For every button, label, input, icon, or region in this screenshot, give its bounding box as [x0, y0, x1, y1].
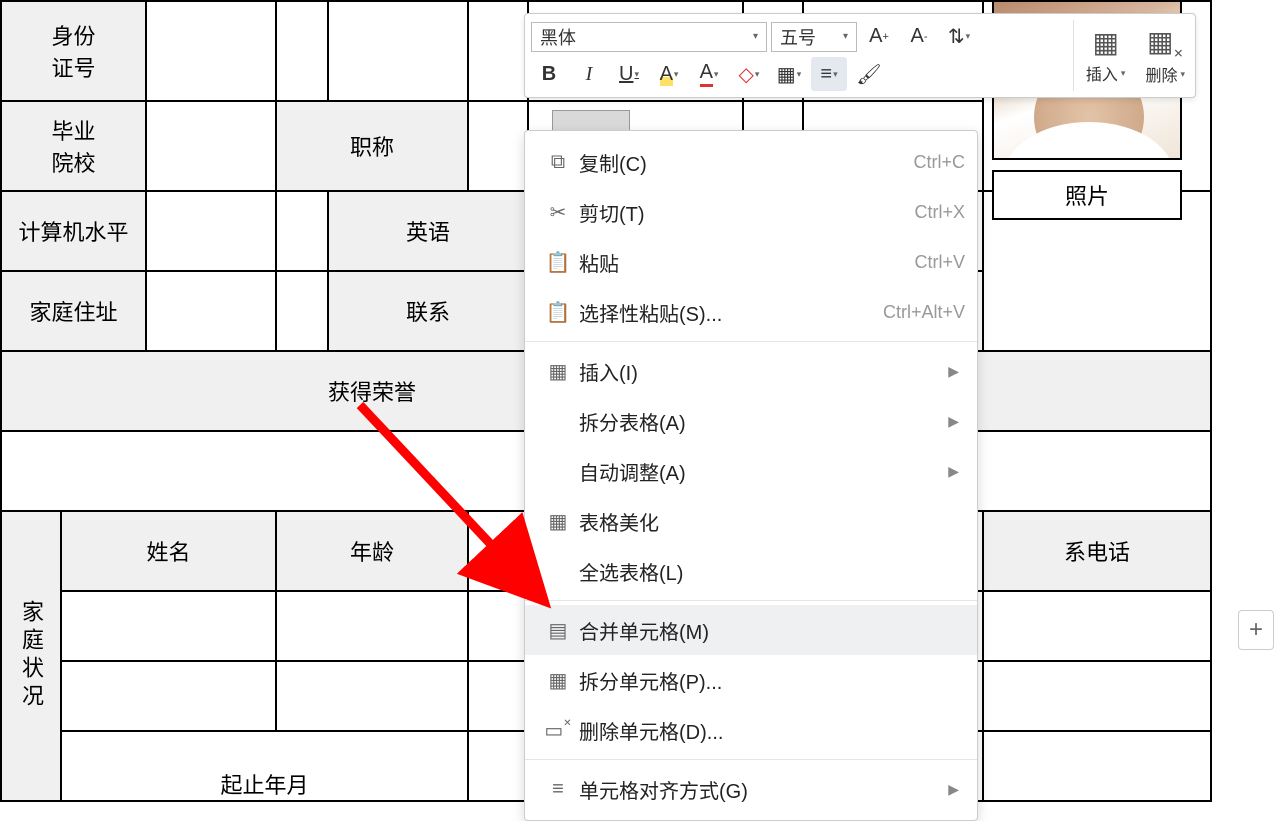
align-button[interactable]: ≡▾ — [811, 57, 847, 91]
delete-group[interactable]: ▦✕ 删除▾ — [1135, 14, 1195, 97]
insert-table-icon: ▦ — [1092, 26, 1118, 59]
grad-school-label: 毕业 院校 — [1, 101, 146, 191]
align-icon: ≡ — [537, 778, 579, 801]
id-label: 身份 证号 — [1, 1, 146, 101]
add-button[interactable]: + — [1238, 610, 1274, 650]
submenu-arrow-icon: ▶ — [948, 413, 965, 430]
insert-icon: ▦ — [537, 359, 579, 384]
phone-col-label: 系电话 — [983, 511, 1211, 591]
menu-cell-align[interactable]: ≡ 单元格对齐方式(G) ▶ — [525, 764, 977, 814]
paste-special-icon: 📋 — [537, 300, 579, 325]
menu-delete-cells[interactable]: ▭✕ 删除单元格(D)... — [525, 705, 977, 755]
address-label: 家庭住址 — [1, 271, 146, 351]
name-col-label: 姓名 — [61, 511, 276, 591]
menu-insert[interactable]: ▦ 插入(I) ▶ — [525, 346, 977, 396]
menu-select-all[interactable]: 全选表格(L) — [525, 546, 977, 596]
underline-button[interactable]: U▾ — [611, 57, 647, 91]
submenu-arrow-icon: ▶ — [948, 463, 965, 480]
formatting-toolbar: 黑体▾ 五号▾ A+ A- ⇅▾ B I U▾ A▾ A▾ ◇▾ ▦▾ ≡▾ 🖌… — [524, 13, 1196, 98]
cut-icon: ✂ — [537, 200, 579, 225]
computer-level-label: 计算机水平 — [1, 191, 146, 271]
font-size-selector[interactable]: 五号▾ — [771, 22, 857, 52]
menu-paste-special[interactable]: 📋 选择性粘贴(S)... Ctrl+Alt+V — [525, 287, 977, 337]
context-menu: ⧉ 复制(C) Ctrl+C ✂ 剪切(T) Ctrl+X 📋 粘贴 Ctrl+… — [524, 130, 978, 821]
menu-paste[interactable]: 📋 粘贴 Ctrl+V — [525, 237, 977, 287]
font-color-button[interactable]: A▾ — [691, 57, 727, 91]
paste-icon: 📋 — [537, 250, 579, 275]
split-cells-icon: ▦ — [537, 668, 579, 693]
highlight-button[interactable]: A▾ — [651, 57, 687, 91]
menu-beautify[interactable]: ▦ 表格美化 — [525, 496, 977, 546]
format-painter-button[interactable]: 🖌 — [851, 57, 887, 91]
start-end-label: 起止年月 — [61, 731, 468, 801]
bold-button[interactable]: B — [531, 57, 567, 91]
merge-cells-icon: ▤ — [537, 618, 579, 643]
title-label: 职称 — [276, 101, 468, 191]
menu-copy[interactable]: ⧉ 复制(C) Ctrl+C — [525, 137, 977, 187]
decrease-font-icon[interactable]: A- — [901, 20, 937, 54]
increase-font-icon[interactable]: A+ — [861, 20, 897, 54]
submenu-arrow-icon: ▶ — [948, 363, 965, 380]
copy-icon: ⧉ — [537, 151, 579, 174]
family-status-label: 家庭状况 — [1, 511, 61, 801]
line-spacing-icon[interactable]: ⇅▾ — [941, 20, 977, 54]
borders-button[interactable]: ▦▾ — [771, 57, 807, 91]
italic-button[interactable]: I — [571, 57, 607, 91]
menu-merge-cells[interactable]: ▤ 合并单元格(M) — [525, 605, 977, 655]
menu-auto-fit[interactable]: 自动调整(A) ▶ — [525, 446, 977, 496]
fill-color-button[interactable]: ◇▾ — [731, 57, 767, 91]
font-name-selector[interactable]: 黑体▾ — [531, 22, 767, 52]
menu-split-table[interactable]: 拆分表格(A) ▶ — [525, 396, 977, 446]
menu-cut[interactable]: ✂ 剪切(T) Ctrl+X — [525, 187, 977, 237]
menu-split-cells[interactable]: ▦ 拆分单元格(P)... — [525, 655, 977, 705]
age-col-label: 年龄 — [276, 511, 468, 591]
insert-group[interactable]: ▦ 插入▾ — [1076, 14, 1136, 97]
photo-label: 照片 — [992, 170, 1182, 220]
beautify-icon: ▦ — [537, 509, 579, 534]
delete-cells-icon: ▭✕ — [537, 718, 579, 743]
delete-table-icon: ▦✕ — [1147, 25, 1184, 61]
submenu-arrow-icon: ▶ — [948, 781, 965, 798]
contact-label: 联系 — [328, 271, 528, 351]
english-label: 英语 — [328, 191, 528, 271]
